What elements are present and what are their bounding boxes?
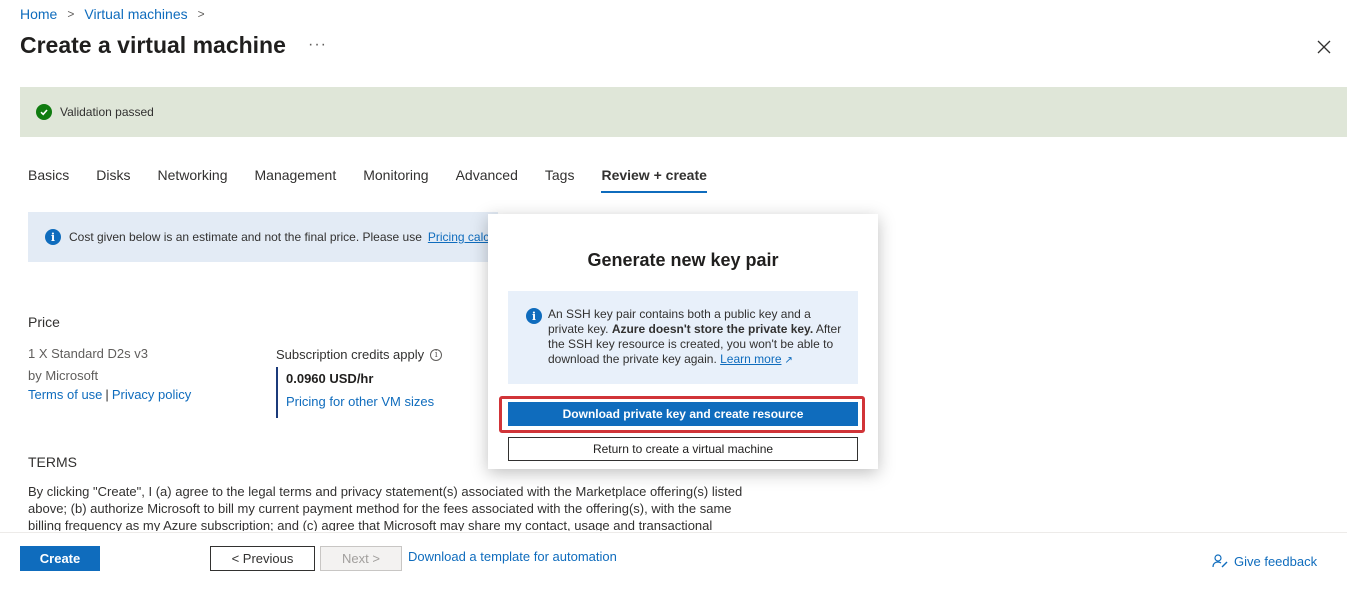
tab-disks[interactable]: Disks bbox=[96, 167, 130, 193]
external-link-icon: ↗ bbox=[784, 355, 793, 366]
footer-bar bbox=[0, 532, 1347, 589]
give-feedback-label: Give feedback bbox=[1234, 553, 1318, 569]
generate-key-pair-dialog: Generate new key pair i An SSH key pair … bbox=[488, 214, 878, 469]
info-icon: i bbox=[526, 308, 542, 324]
tab-networking[interactable]: Networking bbox=[157, 167, 227, 193]
price-value: 0.0960 USD/hr bbox=[286, 371, 374, 386]
legal-links: Terms of use | Privacy policy bbox=[28, 387, 191, 402]
validation-text: Validation passed bbox=[60, 105, 154, 119]
cost-info-text: Cost given below is an estimate and not … bbox=[69, 230, 422, 244]
create-button[interactable]: Create bbox=[20, 546, 100, 571]
return-to-create-vm-button[interactable]: Return to create a virtual machine bbox=[508, 437, 858, 461]
dialog-title: Generate new key pair bbox=[587, 250, 779, 270]
tab-monitoring[interactable]: Monitoring bbox=[363, 167, 428, 193]
breadcrumb: Home > Virtual machines > bbox=[20, 6, 209, 22]
give-feedback-button[interactable]: Give feedback bbox=[1212, 553, 1317, 569]
breadcrumb-virtual-machines[interactable]: Virtual machines bbox=[84, 6, 187, 22]
privacy-policy-link[interactable]: Privacy policy bbox=[112, 387, 191, 402]
tab-management[interactable]: Management bbox=[255, 167, 337, 193]
price-box: 0.0960 USD/hr Pricing for other VM sizes bbox=[276, 367, 434, 418]
link-separator: | bbox=[105, 387, 109, 402]
other-vm-sizes-link[interactable]: Pricing for other VM sizes bbox=[286, 394, 434, 409]
price-heading: Price bbox=[28, 314, 60, 330]
validation-banner: Validation passed bbox=[20, 87, 1347, 137]
next-button[interactable]: Next > bbox=[320, 546, 402, 571]
vm-size-text: 1 X Standard D2s v3 bbox=[28, 346, 148, 361]
learn-more-link[interactable]: Learn more bbox=[720, 352, 781, 366]
chevron-right-icon: > bbox=[197, 7, 205, 21]
terms-heading: TERMS bbox=[28, 454, 77, 470]
info-icon[interactable]: i bbox=[430, 348, 443, 361]
ssh-info-bold: Azure doesn't store the private key. bbox=[611, 322, 814, 336]
download-private-key-button[interactable]: Download private key and create resource bbox=[508, 402, 858, 426]
previous-button[interactable]: < Previous bbox=[210, 546, 315, 571]
info-icon: i bbox=[45, 229, 61, 245]
tab-advanced[interactable]: Advanced bbox=[456, 167, 518, 193]
tab-basics[interactable]: Basics bbox=[28, 167, 69, 193]
publisher-text: by Microsoft bbox=[28, 368, 99, 383]
tab-list: Basics Disks Networking Management Monit… bbox=[28, 167, 734, 193]
cost-info-bar: i Cost given below is an estimate and no… bbox=[28, 212, 498, 262]
download-template-link[interactable]: Download a template for automation bbox=[408, 549, 617, 564]
subscription-credits-label: Subscription credits apply bbox=[276, 347, 425, 362]
subscription-credits: Subscription credits apply i bbox=[276, 347, 443, 362]
pricing-calculator-link[interactable]: Pricing calcu bbox=[428, 230, 496, 244]
close-icon bbox=[1317, 40, 1331, 54]
feedback-icon bbox=[1212, 554, 1228, 568]
page-title: Create a virtual machine bbox=[20, 32, 286, 58]
terms-of-use-link[interactable]: Terms of use bbox=[28, 387, 102, 402]
terms-text: By clicking "Create", I (a) agree to the… bbox=[28, 484, 743, 531]
ssh-info-box: i An SSH key pair contains both a public… bbox=[508, 291, 858, 384]
breadcrumb-home[interactable]: Home bbox=[20, 6, 57, 22]
chevron-right-icon: > bbox=[67, 7, 75, 21]
more-options-button[interactable]: ··· bbox=[308, 36, 327, 54]
close-button[interactable] bbox=[1313, 36, 1335, 58]
tab-review-create[interactable]: Review + create bbox=[601, 167, 707, 193]
tab-tags[interactable]: Tags bbox=[545, 167, 575, 193]
check-circle-icon bbox=[36, 104, 52, 120]
